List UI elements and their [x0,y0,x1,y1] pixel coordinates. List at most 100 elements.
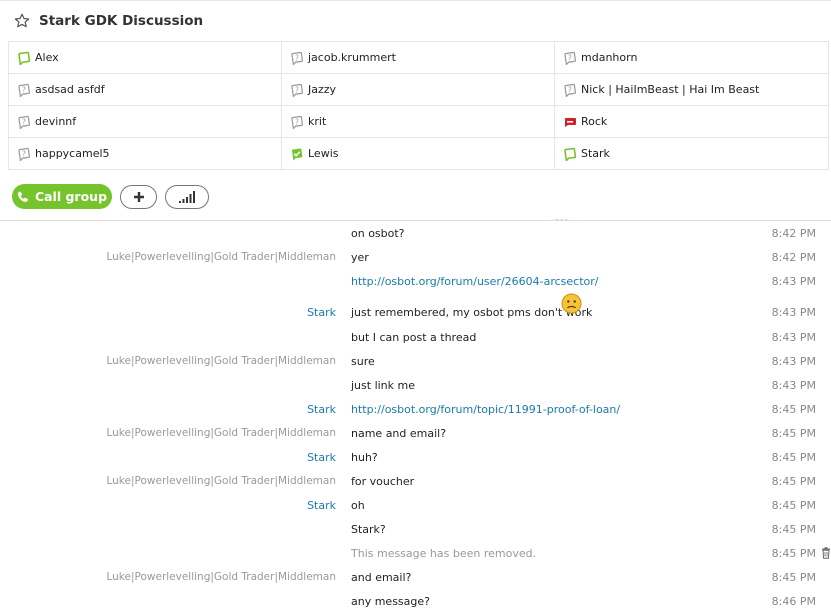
presence-busy-icon [563,115,577,129]
signal-bars-icon [179,190,195,203]
message-sender[interactable]: Luke|Powerlevelling|Gold Trader|Middlema… [106,475,336,487]
chat-message[interactable]: Stark http://osbot.org/forum/topic/11991-… [0,398,831,422]
message-text: name and email? [351,427,447,440]
participant-item[interactable]: Alex [8,42,282,74]
message-link[interactable]: http://osbot.org/forum/topic/11991-proof… [351,403,620,416]
chat-message[interactable]: but I can post a thread 8:43 PM [0,326,831,350]
participant-item[interactable]: ? devinnf [8,106,282,138]
participant-name: asdsad asfdf [35,83,105,96]
participant-item[interactable]: ? Jazzy [282,74,555,106]
chat-message[interactable]: Luke|Powerlevelling|Gold Trader|Middlema… [0,566,831,590]
add-participant-button[interactable] [120,184,157,209]
message-sender[interactable]: Stark [307,306,336,319]
message-sender[interactable]: Stark [307,451,336,464]
participant-item[interactable]: ? mdanhorn [555,42,829,74]
svg-text:?: ? [22,149,26,158]
plus-icon [133,191,144,202]
message-timestamp: 8:43 PM [771,306,816,319]
chat-message[interactable]: This message has been removed. 8:45 PM [0,542,831,566]
participant-name: jacob.krummert [308,51,396,64]
participant-item[interactable]: ? Nick | HaiImBeast | Hai Im Beast [555,74,829,106]
message-timestamp: 8:43 PM [771,331,816,344]
phone-icon [17,191,28,202]
svg-text:?: ? [568,53,572,62]
message-timestamp: 8:43 PM [771,355,816,368]
message-text: just link me [351,379,416,392]
message-sender[interactable]: Luke|Powerlevelling|Gold Trader|Middlema… [106,251,336,263]
participant-name: Jazzy [308,83,337,96]
chat-message[interactable]: any message? 8:46 PM [0,590,831,614]
chat-message[interactable]: Stark oh 8:45 PM [0,494,831,518]
message-sender[interactable]: Stark [307,499,336,512]
chat-message[interactable]: Stark huh? 8:45 PM [0,446,831,470]
svg-text:?: ? [295,53,299,62]
presence-unknown-icon: ? [17,83,31,97]
message-timestamp: 8:42 PM [771,251,816,264]
chat-message[interactable]: Luke|Powerlevelling|Gold Trader|Middlema… [0,470,831,494]
chat-message[interactable]: Luke|Powerlevelling|Gold Trader|Middlema… [0,350,831,374]
call-controls: Call group [12,184,217,209]
message-text: sure [351,355,375,368]
chat-message[interactable]: Stark just remembered, my osbot pms don't… [0,293,831,326]
svg-text:?: ? [568,85,572,94]
message-timestamp: 8:45 PM [771,427,816,440]
message-text: but I can post a thread [351,331,477,344]
participant-name: devinnf [35,115,77,128]
message-timestamp: 8:45 PM [771,475,816,488]
chat-message[interactable]: on osbot? 8:42 PM [0,222,831,246]
chat-message[interactable]: Luke|Powerlevelling|Gold Trader|Middlema… [0,246,831,270]
message-text: yer [351,251,369,264]
participant-name: Lewis [308,147,339,160]
participant-name: Nick | HaiImBeast | Hai Im Beast [581,83,760,96]
presence-unknown-icon: ? [17,147,31,161]
message-timestamp: 8:42 PM [771,227,816,240]
message-sender[interactable]: Luke|Powerlevelling|Gold Trader|Middlema… [106,571,336,583]
header-divider [0,220,831,221]
participant-item[interactable]: ? jacob.krummert [282,42,555,74]
participant-name: mdanhorn [581,51,638,64]
participant-name: krit [308,115,327,128]
presence-online-verified-icon [290,147,304,161]
presence-unknown-icon: ? [563,51,577,65]
svg-text:?: ? [295,85,299,94]
message-timestamp: 8:45 PM [771,547,816,560]
message-text: on osbot? [351,227,405,240]
participant-item[interactable]: Rock [555,106,829,138]
message-timestamp: 8:46 PM [771,595,816,608]
call-quality-button[interactable] [165,184,209,209]
message-text: for voucher [351,475,415,488]
message-text: just remembered, my osbot pms don't work [351,306,593,319]
participant-item[interactable]: Lewis [282,138,555,170]
trash-icon[interactable] [821,547,831,562]
participant-name: Alex [35,51,59,64]
participant-name: Rock [581,115,608,128]
message-text: huh? [351,451,378,464]
participant-item[interactable]: ? krit [282,106,555,138]
message-sender[interactable]: Stark [307,403,336,416]
chat-message[interactable]: Luke|Powerlevelling|Gold Trader|Middlema… [0,422,831,446]
chat-message[interactable]: Stark? 8:45 PM [0,518,831,542]
chat-message[interactable]: just link me 8:43 PM [0,374,831,398]
participant-list: Alex? jacob.krummert? mdanhorn? asdsad asfd… [8,41,829,170]
svg-text:?: ? [22,85,26,94]
message-text: any message? [351,595,430,608]
participant-item[interactable]: Stark [555,138,829,170]
message-sender[interactable]: Luke|Powerlevelling|Gold Trader|Middlema… [106,355,336,367]
participant-item[interactable]: ? happycamel5 [8,138,282,170]
call-group-button[interactable]: Call group [12,184,112,209]
message-timestamp: 8:45 PM [771,571,816,584]
message-sender[interactable]: Luke|Powerlevelling|Gold Trader|Middlema… [106,427,336,439]
message-link[interactable]: http://osbot.org/forum/user/26604-arcsec… [351,275,599,288]
presence-online-icon [17,51,31,65]
svg-text:?: ? [295,117,299,126]
participant-item[interactable]: ? asdsad asfdf [8,74,282,106]
message-timestamp: 8:45 PM [771,451,816,464]
message-timestamp: 8:43 PM [771,275,816,288]
chat-message[interactable]: http://osbot.org/forum/user/26604-arcsec… [0,270,831,294]
svg-text:?: ? [22,117,26,126]
message-timestamp: 8:45 PM [771,499,816,512]
message-timestamp: 8:45 PM [771,523,816,536]
star-outline-icon[interactable] [14,13,30,29]
presence-online-icon [563,147,577,161]
participant-name: Stark [581,147,610,160]
